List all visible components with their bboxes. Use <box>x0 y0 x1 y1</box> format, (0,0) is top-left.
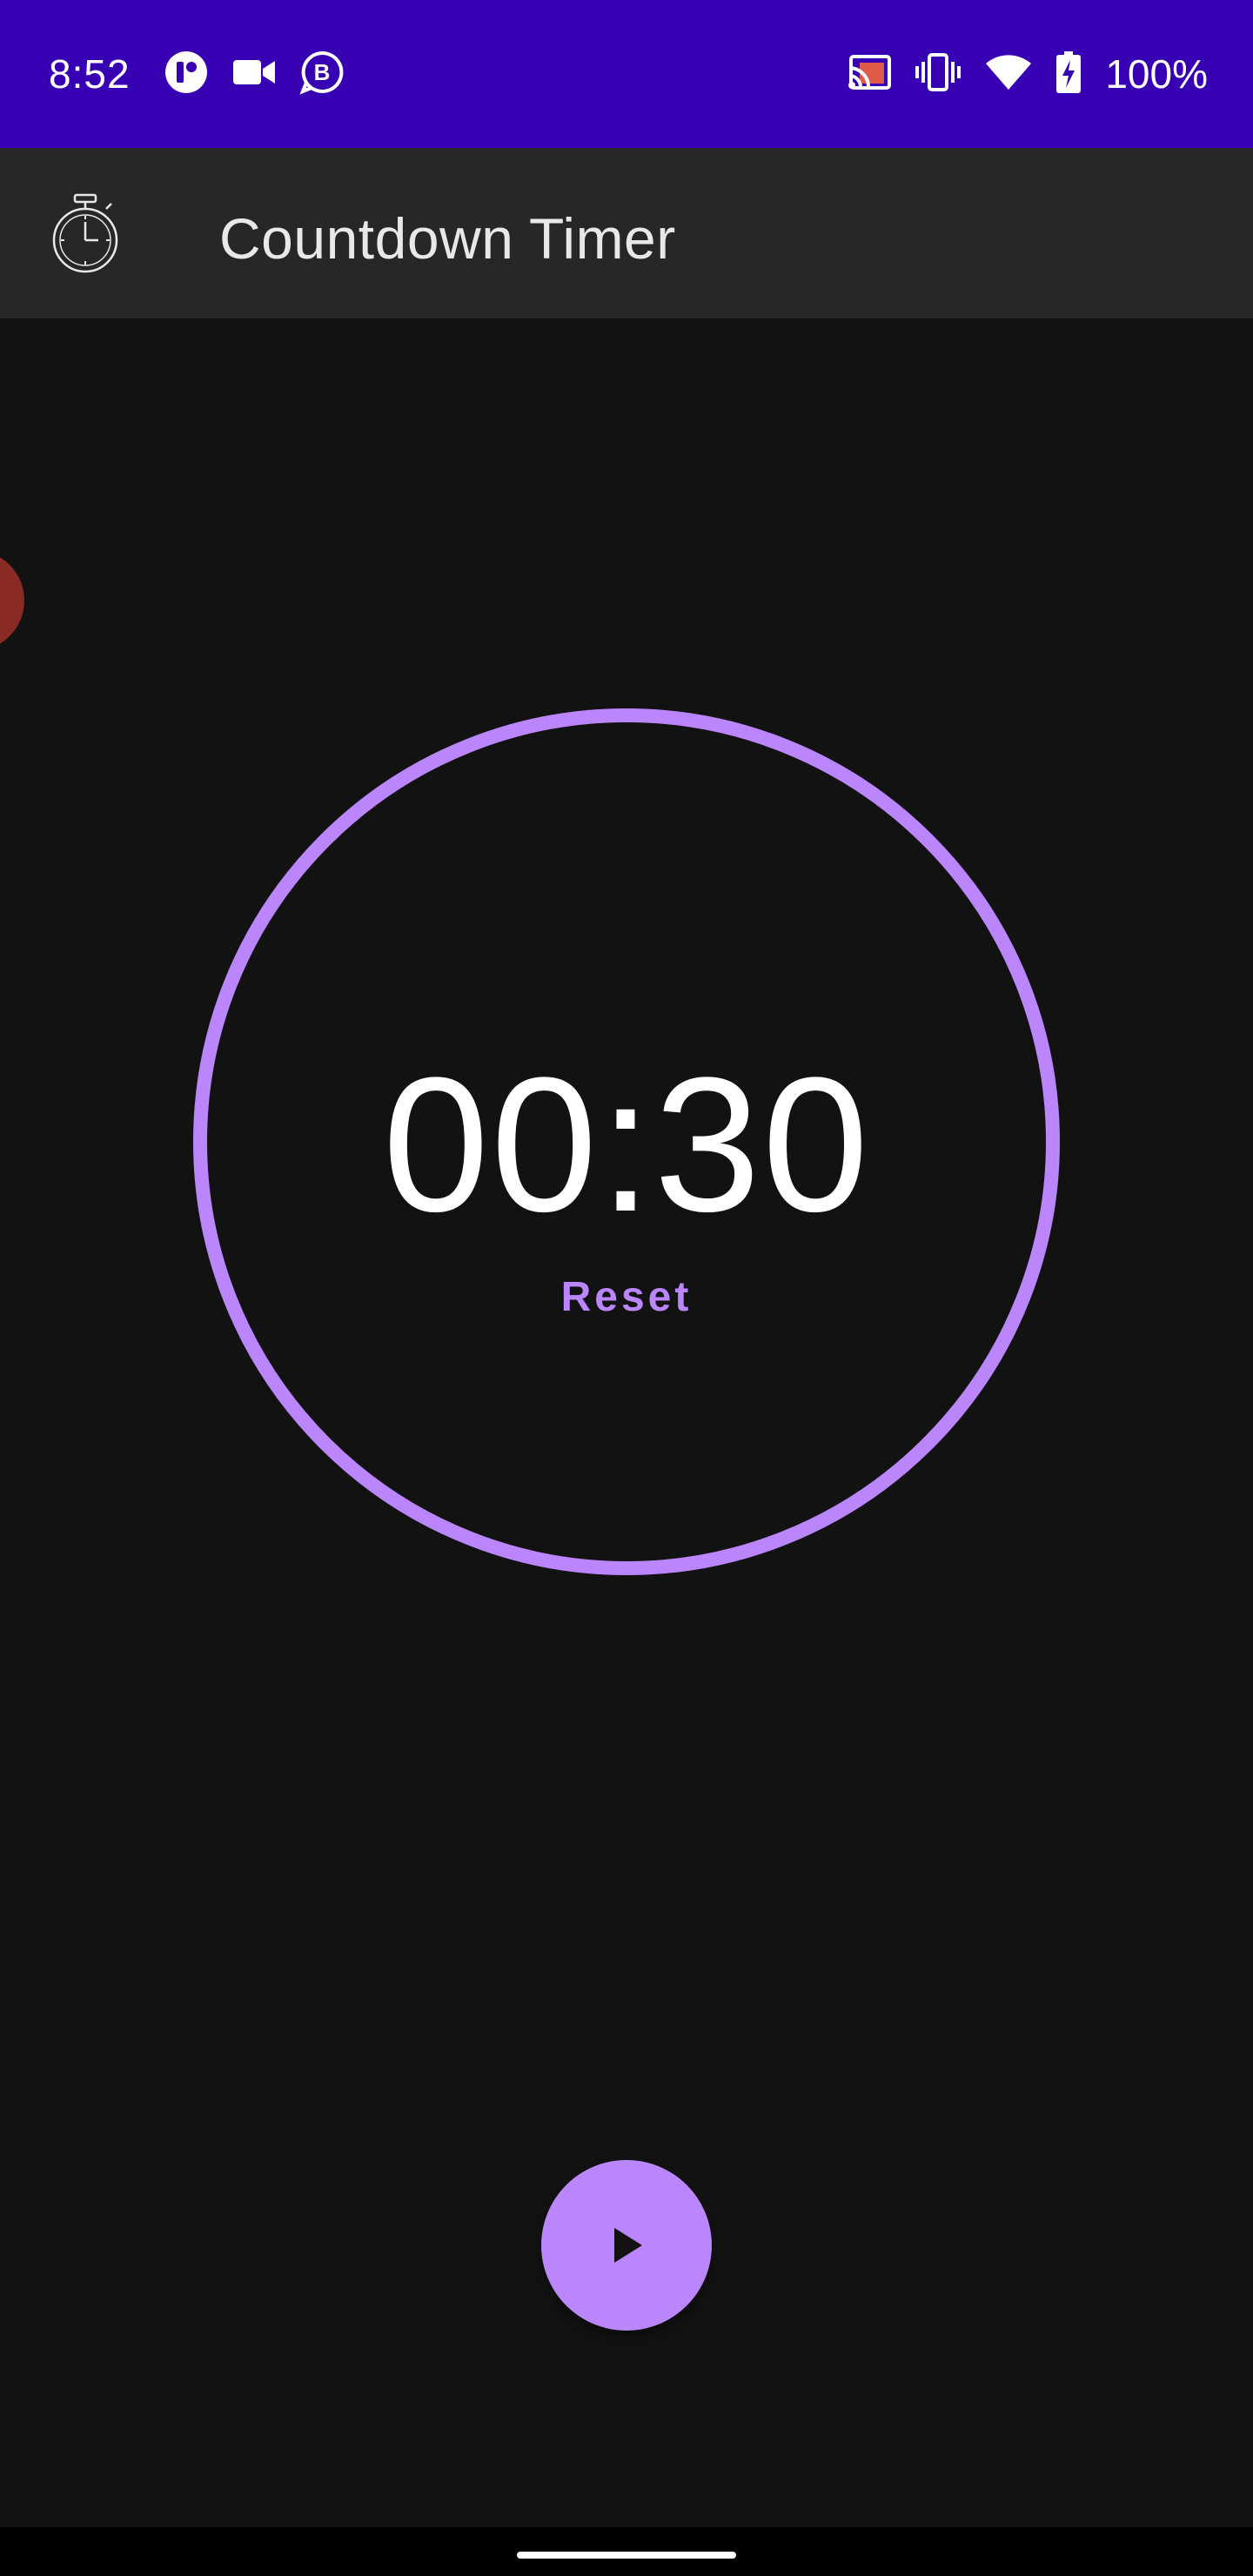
countdown-timer-screen: 8:52 B 100% Countdown Timer 00:30 Reset <box>0 0 1253 2576</box>
play-button[interactable] <box>541 2160 712 2331</box>
reset-button[interactable]: Reset <box>496 1260 757 1333</box>
stopwatch-icon <box>50 193 120 275</box>
video-camera-icon <box>231 57 277 92</box>
play-icon <box>614 2228 642 2263</box>
wifi-icon <box>985 53 1032 96</box>
vibrate-icon <box>915 52 962 96</box>
business-chat-icon: B <box>299 50 345 99</box>
status-time: 8:52 <box>49 51 131 97</box>
timer-display: 00:30 <box>382 1037 871 1251</box>
app-title: Countdown Timer <box>219 206 676 271</box>
cast-icon <box>848 54 892 95</box>
navigation-bar <box>0 2527 1253 2576</box>
home-gesture-handle[interactable] <box>517 2552 736 2559</box>
notification-icons: B <box>164 50 345 97</box>
custom-app-icon <box>164 50 209 99</box>
battery-percentage: 100% <box>1105 51 1208 97</box>
floating-bubble[interactable] <box>0 550 24 651</box>
svg-text:B: B <box>314 59 331 85</box>
battery-charging-icon <box>1056 50 1082 97</box>
app-bar: Countdown Timer <box>0 148 1253 319</box>
status-bar: 8:52 B 100% <box>0 0 1253 148</box>
system-icons: 100% <box>848 45 1208 103</box>
